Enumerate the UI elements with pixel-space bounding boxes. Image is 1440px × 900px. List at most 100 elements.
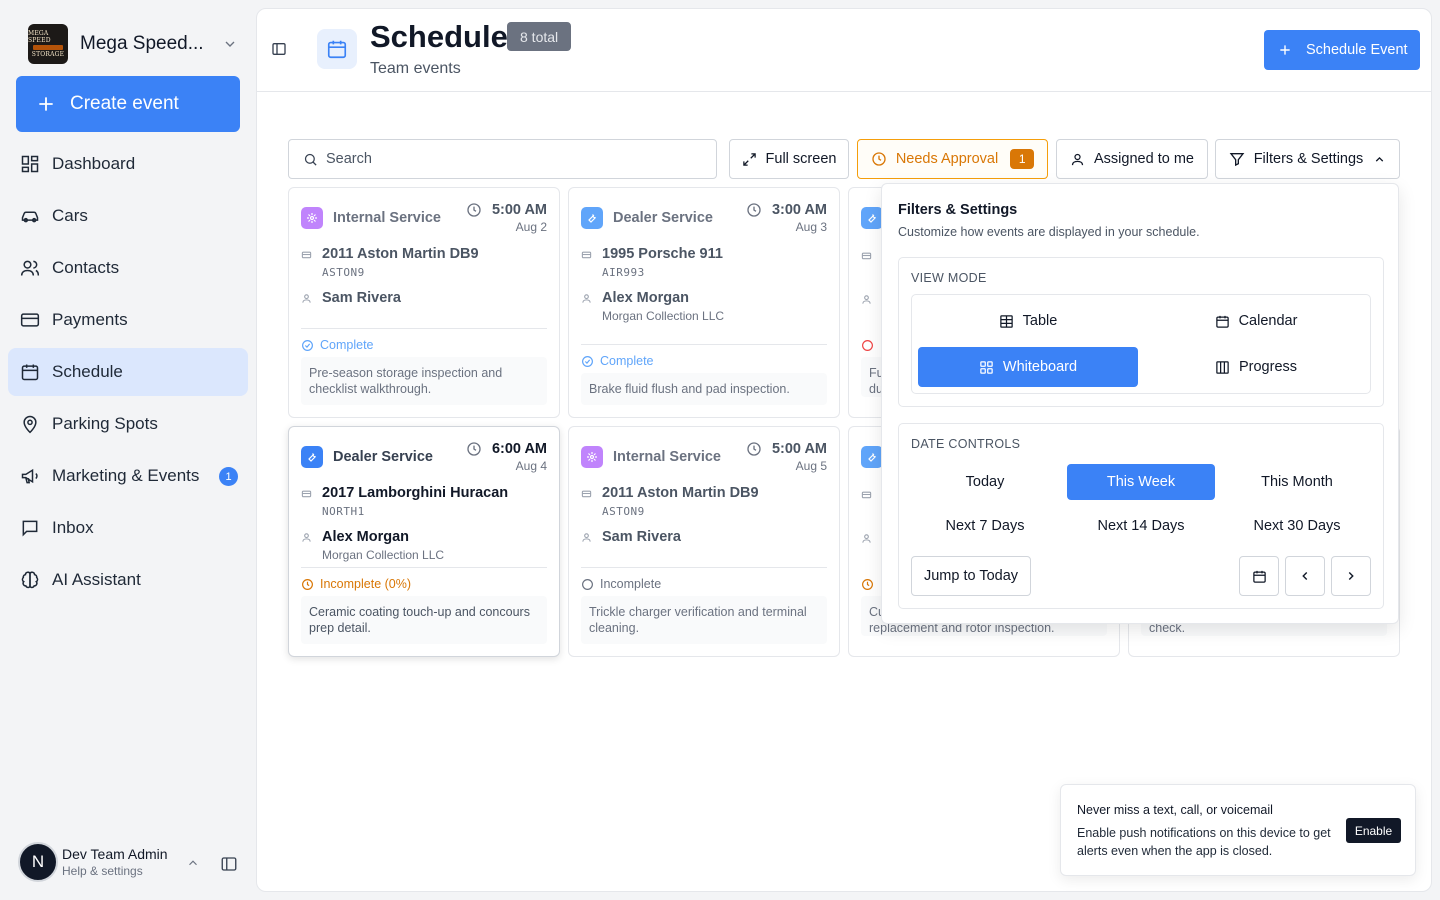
sidebar-item-cars[interactable]: Cars	[8, 192, 248, 240]
event-card[interactable]: Dealer Service 3:00 AM Aug 3 1995 Porsche…	[568, 187, 840, 418]
avatar: N	[18, 842, 58, 882]
range-next-30-days[interactable]: Next 30 Days	[1223, 508, 1371, 544]
credit-card-icon	[20, 310, 52, 330]
wrench-icon	[861, 207, 883, 229]
car-icon	[861, 250, 872, 261]
person-icon	[301, 529, 322, 543]
event-card[interactable]: Dealer Service 6:00 AM Aug 4 2017 Lamborg…	[288, 426, 560, 657]
expand-icon	[742, 152, 766, 167]
car-plate: AIR993	[602, 266, 645, 279]
check-circle-icon	[581, 355, 600, 368]
person-company: Morgan Collection LLC	[602, 309, 725, 323]
enable-notifications-button[interactable]: Enable	[1346, 818, 1401, 843]
next-range-button[interactable]	[1331, 556, 1371, 596]
needs-approval-button[interactable]: Needs Approval 1	[857, 139, 1048, 179]
sidebar-item-label: Inbox	[52, 518, 94, 537]
toast-body: Enable push notifications on this device…	[1077, 826, 1331, 858]
wrench-icon	[581, 207, 603, 229]
table-icon	[999, 314, 1023, 329]
date-controls-section: DATE CONTROLS Today This Week This Month…	[898, 423, 1384, 609]
create-event-button[interactable]: Create event	[16, 76, 240, 132]
sidebar-item-label: Parking Spots	[52, 414, 158, 433]
filters-settings-label: Filters & Settings	[1253, 151, 1364, 167]
event-type: Internal Service	[333, 210, 441, 226]
range-next-7-days[interactable]: Next 7 Days	[911, 508, 1059, 544]
event-note: Pre-season storage inspection and checkl…	[301, 357, 547, 405]
range-this-month[interactable]: This Month	[1223, 464, 1371, 500]
person-company: Morgan Collection LLC	[322, 548, 445, 562]
car-plate: NORTH1	[322, 505, 365, 518]
event-card[interactable]: Internal Service 5:00 AM Aug 5 2011 Aston…	[568, 426, 840, 657]
clock-icon	[861, 578, 874, 591]
gear-icon	[301, 207, 323, 229]
event-card[interactable]: Internal Service 5:00 AM Aug 2 2011 Aston…	[288, 187, 560, 418]
previous-range-button[interactable]	[1285, 556, 1325, 596]
brain-icon	[20, 570, 52, 590]
date-picker-button[interactable]	[1239, 556, 1279, 596]
notification-badge: 1	[219, 467, 238, 486]
sidebar-item-schedule[interactable]: Schedule	[8, 348, 248, 396]
push-notification-toast: Never miss a text, call, or voicemail En…	[1060, 784, 1416, 876]
gear-icon	[581, 446, 603, 468]
org-logo: MEGA SPEED STORAGE	[28, 24, 68, 64]
toggle-sidebar-icon[interactable]	[271, 41, 287, 57]
car-icon	[581, 246, 602, 260]
clock-icon	[746, 202, 772, 218]
schedule-event-label: Schedule Event	[1306, 42, 1408, 58]
car-icon	[20, 206, 52, 226]
person-icon	[861, 533, 872, 544]
chevron-down-icon	[222, 36, 238, 52]
person-name: Alex Morgan	[602, 290, 690, 306]
sidebar-item-contacts[interactable]: Contacts	[8, 244, 248, 292]
sidebar-item-dashboard[interactable]: Dashboard	[8, 140, 248, 188]
range-today[interactable]: Today	[911, 464, 1059, 500]
page-header: Schedule 8 total Team events Schedule Ev…	[257, 9, 1431, 92]
search-field[interactable]	[288, 139, 717, 179]
org-switcher[interactable]: MEGA SPEED STORAGE Mega Speed...	[28, 24, 238, 64]
calendar-icon	[20, 362, 52, 382]
sidebar-item-parking-spots[interactable]: Parking Spots	[8, 400, 248, 448]
popover-subtitle: Customize how events are displayed in yo…	[898, 225, 1200, 239]
clock-icon	[871, 151, 896, 167]
clock-icon	[466, 202, 492, 218]
range-next-14-days[interactable]: Next 14 Days	[1067, 508, 1215, 544]
assigned-to-me-button[interactable]: Assigned to me	[1056, 139, 1208, 179]
wrench-icon	[301, 446, 323, 468]
sidebar-item-marketing-events[interactable]: Marketing & Events 1	[8, 452, 248, 500]
sidebar-nav: Dashboard Cars Contacts Payments Schedul…	[8, 140, 248, 608]
divider	[581, 567, 827, 568]
car-name: 2017 Lamborghini Huracan	[322, 485, 509, 501]
view-mode-table[interactable]: Table	[918, 301, 1138, 341]
event-type: Dealer Service	[613, 210, 713, 226]
person-icon	[581, 529, 602, 543]
search-input[interactable]	[326, 151, 706, 167]
user-icon	[1070, 152, 1094, 167]
event-type: Internal Service	[613, 449, 721, 465]
collapse-sidebar-icon[interactable]	[220, 855, 238, 873]
full-screen-button[interactable]: Full screen	[729, 139, 849, 179]
sidebar-item-ai-assistant[interactable]: AI Assistant	[8, 556, 248, 604]
contacts-icon	[20, 258, 52, 278]
schedule-event-button[interactable]: Schedule Event	[1264, 30, 1420, 70]
event-status: Complete	[600, 354, 654, 368]
user-menu[interactable]: N Dev Team Admin Help & settings	[18, 842, 248, 882]
circle-icon	[581, 578, 600, 591]
sidebar-item-inbox[interactable]: Inbox	[8, 504, 248, 552]
org-name: Mega Speed...	[80, 33, 204, 54]
sidebar-item-label: Dashboard	[52, 154, 136, 173]
person-icon	[861, 294, 872, 305]
sidebar-item-payments[interactable]: Payments	[8, 296, 248, 344]
chevron-up-icon[interactable]	[186, 856, 200, 870]
event-date: Aug 3	[795, 220, 827, 234]
full-screen-label: Full screen	[765, 151, 837, 167]
event-status: Incomplete	[600, 577, 662, 591]
filters-settings-button[interactable]: Filters & Settings	[1215, 139, 1400, 179]
view-mode-progress[interactable]: Progress	[1146, 347, 1366, 387]
view-mode-calendar[interactable]: Calendar	[1146, 301, 1366, 341]
jump-to-today-button[interactable]: Jump to Today	[911, 556, 1031, 596]
view-mode-whiteboard[interactable]: Whiteboard	[918, 347, 1138, 387]
page-title: Schedule	[370, 19, 508, 54]
range-this-week[interactable]: This Week	[1067, 464, 1215, 500]
plus-icon	[36, 94, 70, 114]
event-status: Incomplete (0%)	[320, 577, 412, 591]
